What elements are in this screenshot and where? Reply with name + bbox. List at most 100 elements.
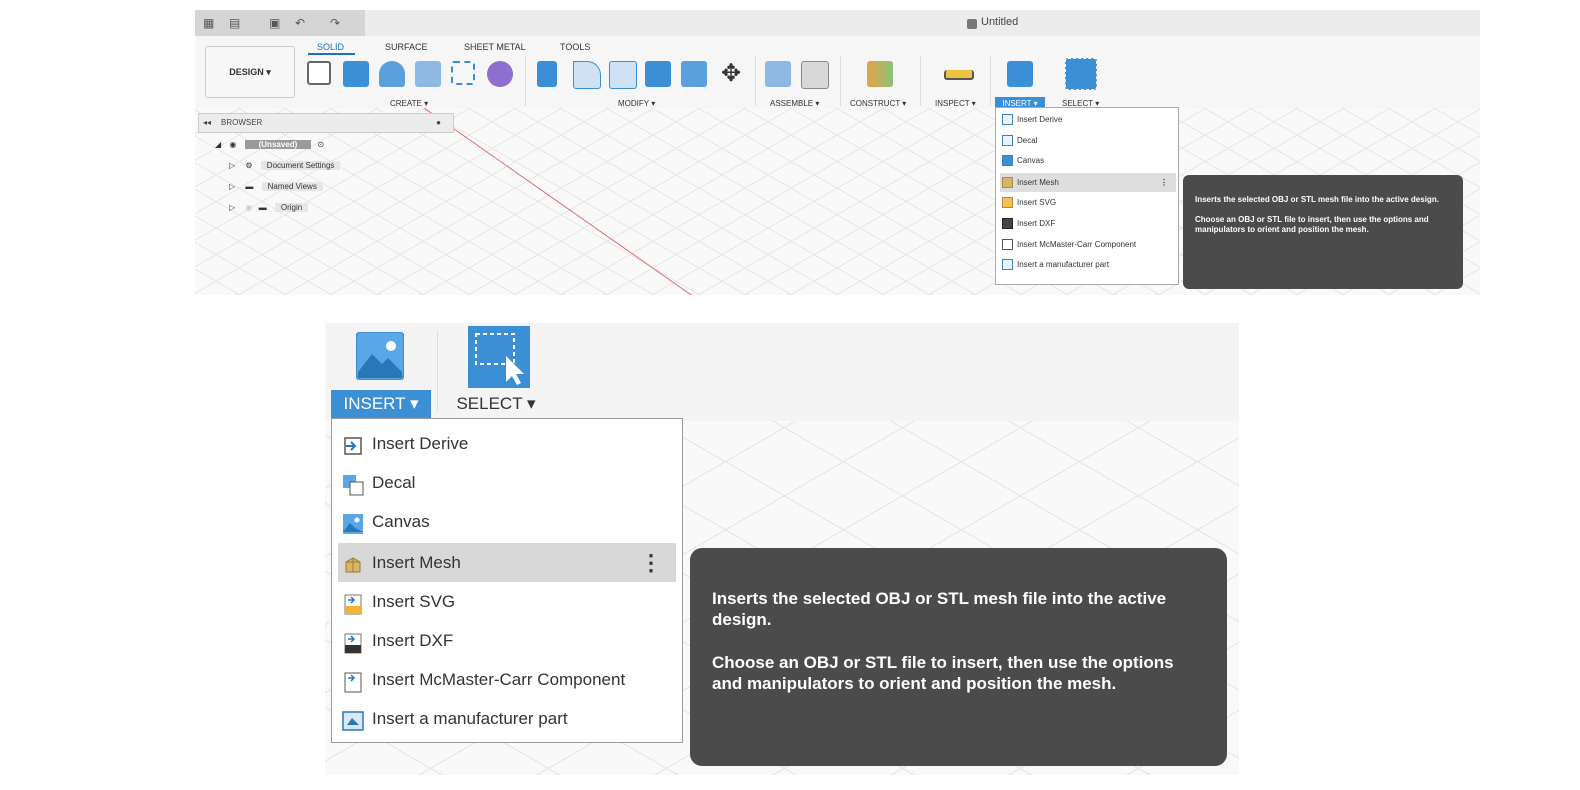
divider xyxy=(437,331,438,411)
group-construct[interactable]: CONSTRUCT ▾ xyxy=(850,99,906,108)
new-component-icon[interactable] xyxy=(765,61,791,87)
canvas-icon xyxy=(342,510,364,534)
browser-root-label: (Unsaved) xyxy=(244,140,312,149)
select-icon[interactable] xyxy=(1065,58,1097,90)
pattern-icon[interactable] xyxy=(451,61,475,85)
construct-plane-icon[interactable] xyxy=(867,61,893,87)
menu-item-decal[interactable]: Decal xyxy=(338,463,676,502)
extrude-icon[interactable] xyxy=(343,61,369,87)
menu-item-insert-dxf[interactable]: Insert DXF xyxy=(1000,214,1176,233)
create-sketch-icon[interactable] xyxy=(307,61,331,85)
menu-item-decal[interactable]: Decal xyxy=(1000,131,1176,150)
insert-tab-active[interactable]: INSERT ▾ xyxy=(331,390,431,418)
group-inspect[interactable]: INSPECT ▾ xyxy=(935,99,976,108)
group-assemble[interactable]: ASSEMBLE ▾ xyxy=(770,99,819,108)
apps-grid-icon[interactable]: ▦ xyxy=(203,17,215,29)
browser-item-label: Document Settings xyxy=(260,161,341,170)
visibility-eye-icon[interactable]: ◉ xyxy=(245,203,252,212)
browser-panel-header[interactable]: ◂◂ BROWSER ● xyxy=(198,113,454,133)
tab-solid[interactable]: SOLID xyxy=(317,42,344,52)
more-options-icon[interactable]: ⋮ xyxy=(640,543,662,582)
menu-item-canvas[interactable]: Canvas xyxy=(1000,151,1176,170)
measure-icon[interactable] xyxy=(944,70,974,80)
divider xyxy=(525,56,526,106)
fillet-icon[interactable] xyxy=(573,61,601,89)
document-title[interactable]: Untitled xyxy=(981,16,1018,28)
mcmaster-icon xyxy=(342,668,364,693)
more-options-icon[interactable]: ⋮ xyxy=(1160,173,1168,192)
tooltip-line-2: Choose an OBJ or STL file to insert, the… xyxy=(1195,215,1429,234)
tooltip-line-2: Choose an OBJ or STL file to insert, the… xyxy=(712,653,1174,693)
joint-icon[interactable] xyxy=(801,61,829,89)
move-icon[interactable]: ✥ xyxy=(721,61,741,87)
select-tab[interactable]: SELECT ▾ xyxy=(451,390,541,418)
expand-arrow-icon[interactable]: ▷ xyxy=(229,161,235,170)
expand-arrow-icon[interactable]: ▷ xyxy=(229,182,235,191)
visibility-eye-icon[interactable]: ◉ xyxy=(229,140,236,149)
browser-root-row[interactable]: ◢ ◉ (Unsaved) ⊙ xyxy=(215,138,324,152)
group-create[interactable]: CREATE ▾ xyxy=(390,99,428,108)
undo-icon[interactable]: ↶ xyxy=(295,17,307,29)
file-menu-icon[interactable]: ▤ xyxy=(229,17,241,29)
tab-sheet-metal[interactable]: SHEET METAL xyxy=(464,42,526,52)
save-icon[interactable]: ▣ xyxy=(269,17,281,29)
manufacturer-part-icon xyxy=(1002,259,1013,270)
design-workspace-button[interactable]: DESIGN ▾ xyxy=(205,46,295,98)
menu-item-insert-mcmaster[interactable]: Insert McMaster-Carr Component xyxy=(1000,235,1176,254)
menu-item-insert-manufacturer-part[interactable]: Insert a manufacturer part xyxy=(338,699,676,738)
browser-options-icon[interactable]: ● xyxy=(436,114,441,132)
svg-icon xyxy=(1002,197,1013,208)
zoomed-insert-view: INSERT ▾ SELECT ▾ Insert Derive Decal Ca… xyxy=(325,323,1239,775)
manufacturer-part-icon xyxy=(342,707,364,731)
form-icon[interactable] xyxy=(487,61,513,87)
divider xyxy=(840,56,841,106)
menu-item-insert-mcmaster[interactable]: Insert McMaster-Carr Component xyxy=(338,660,676,699)
dxf-icon xyxy=(1002,218,1013,229)
menu-item-insert-dxf[interactable]: Insert DXF xyxy=(338,621,676,660)
insert-derive-icon xyxy=(342,432,364,455)
combine-icon[interactable] xyxy=(681,61,707,87)
expand-arrow-icon[interactable]: ▷ xyxy=(229,203,235,212)
insert-image-icon[interactable] xyxy=(1007,61,1033,87)
insert-mesh-tooltip-zoomed: Inserts the selected OBJ or STL mesh fil… xyxy=(690,548,1227,766)
active-tab-underline xyxy=(308,53,355,55)
browser-item-origin[interactable]: ▷ ◉ ▬ Origin xyxy=(229,201,309,215)
menu-item-insert-mesh[interactable]: Insert Mesh ⋮ xyxy=(338,543,676,582)
menu-item-canvas[interactable]: Canvas xyxy=(338,502,676,541)
insert-mesh-tooltip: Inserts the selected OBJ or STL mesh fil… xyxy=(1183,175,1463,289)
tab-tools[interactable]: TOOLS xyxy=(560,42,590,52)
tooltip-line-1: Inserts the selected OBJ or STL mesh fil… xyxy=(712,589,1167,629)
hole-icon[interactable] xyxy=(415,61,441,87)
select-icon[interactable] xyxy=(468,326,530,388)
insert-image-icon[interactable] xyxy=(356,332,404,380)
menu-item-insert-manufacturer-part[interactable]: Insert a manufacturer part xyxy=(1000,255,1176,274)
menu-item-insert-svg[interactable]: Insert SVG xyxy=(1000,193,1176,212)
decal-icon xyxy=(342,471,364,496)
quick-access-bar: ▦ ▤ ▣ ↶ ↷ Untitled xyxy=(195,10,1480,36)
mesh-icon xyxy=(1002,177,1013,188)
browser-item-label: Named Views xyxy=(261,182,323,191)
chamfer-icon[interactable] xyxy=(609,61,637,89)
tab-surface[interactable]: SURFACE xyxy=(385,42,428,52)
divider xyxy=(920,56,921,106)
group-modify[interactable]: MODIFY ▾ xyxy=(618,99,655,108)
tooltip-line-1: Inserts the selected OBJ or STL mesh fil… xyxy=(1195,195,1439,204)
expand-icon[interactable]: ◢ xyxy=(215,140,221,149)
gear-icon: ⚙ xyxy=(245,161,253,170)
collapse-icon[interactable]: ◂◂ xyxy=(203,114,211,132)
browser-item-document-settings[interactable]: ▷ ⚙ Document Settings xyxy=(229,159,341,173)
document-cube-icon xyxy=(967,19,977,29)
redo-icon[interactable]: ↷ xyxy=(330,17,342,29)
dxf-icon xyxy=(342,629,364,654)
shell-icon[interactable] xyxy=(645,61,671,87)
mesh-icon xyxy=(342,551,364,573)
quick-access-left: ▦ ▤ ▣ ↶ ↷ xyxy=(195,10,365,36)
browser-item-named-views[interactable]: ▷ ▬ Named Views xyxy=(229,180,323,194)
revolve-icon[interactable] xyxy=(379,61,405,87)
menu-item-insert-mesh[interactable]: Insert Mesh ⋮ xyxy=(1000,173,1176,192)
activate-icon[interactable]: ⊙ xyxy=(318,140,325,149)
menu-item-insert-derive[interactable]: Insert Derive xyxy=(338,424,676,463)
press-pull-icon[interactable] xyxy=(537,61,557,87)
menu-item-insert-derive[interactable]: Insert Derive xyxy=(1000,110,1176,129)
menu-item-insert-svg[interactable]: Insert SVG xyxy=(338,582,676,621)
